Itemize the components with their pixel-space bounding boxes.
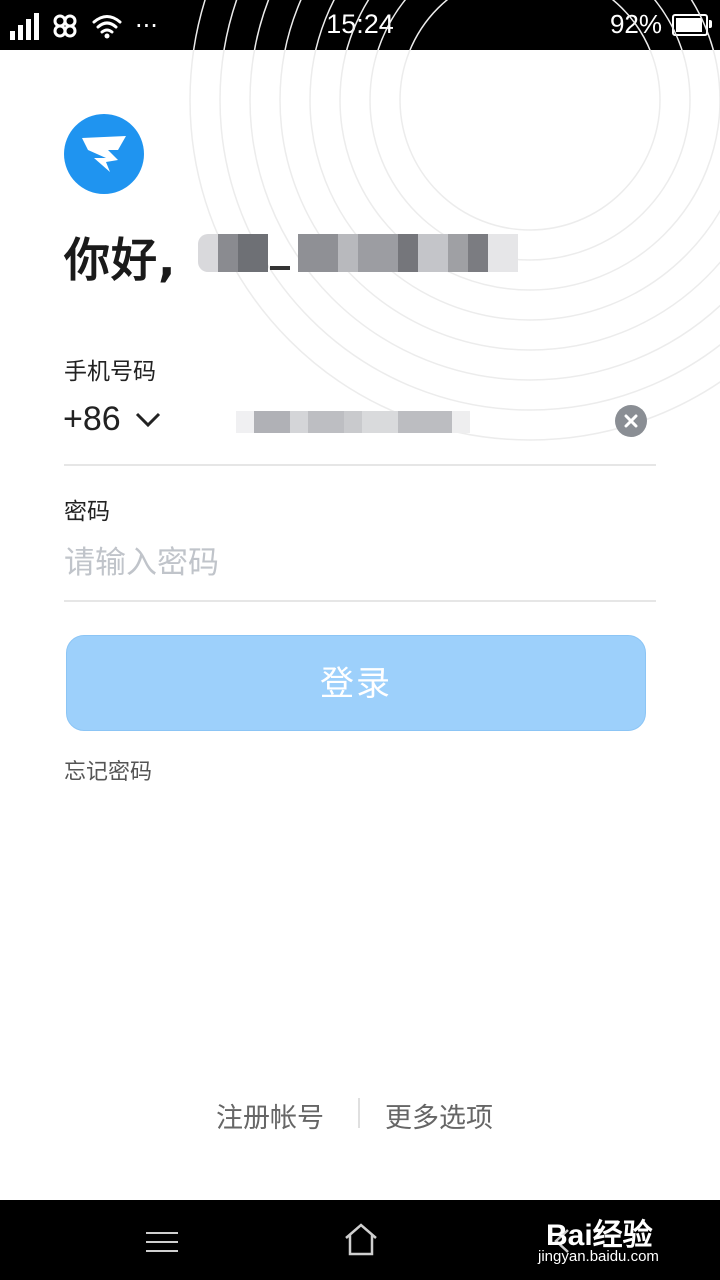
greeting-text: 你好, [64, 233, 177, 287]
password-label: 密码 [64, 499, 110, 525]
phone-label: 手机号码 [64, 359, 156, 385]
menu-icon[interactable] [146, 1232, 178, 1254]
close-icon [624, 414, 638, 428]
footer-divider [358, 1098, 360, 1128]
watermark-sub: jingyan.baidu.com [538, 1248, 659, 1265]
status-right: 92% [609, 9, 712, 40]
country-code: +86 [63, 400, 121, 438]
navigation-bar: Bai经验 jingyan.baidu.com [0, 1200, 720, 1280]
country-code-selector[interactable]: +86 [63, 400, 161, 439]
password-divider [64, 600, 656, 602]
forgot-password-link[interactable]: 忘记密码 [64, 754, 152, 786]
battery-percent: 92% [609, 9, 662, 39]
phone-divider [64, 464, 656, 466]
battery-fill [676, 17, 702, 32]
phone-input[interactable] [236, 403, 476, 439]
logo-wing-icon [82, 136, 126, 172]
status-bar: ··· 15:24 92% [0, 0, 720, 50]
baidu-jingyan-watermark: Bai经验 jingyan.baidu.com [538, 1208, 688, 1268]
password-input[interactable]: 请输入密码 [64, 537, 219, 582]
battery-icon [672, 13, 712, 36]
more-options-link[interactable]: 更多选项 [385, 1096, 493, 1135]
register-link[interactable]: 注册帐号 [216, 1096, 324, 1135]
login-screen: ··· 15:24 92% 你好, 手机号码 +86 密码 请输入密码 登录 忘… [0, 0, 720, 1280]
home-icon[interactable] [342, 1222, 380, 1258]
login-button[interactable]: 登录 [66, 635, 646, 731]
dingtalk-logo-icon [64, 114, 144, 194]
footer-links: 注册帐号 更多选项 [0, 1096, 720, 1136]
clear-input-button[interactable] [615, 405, 647, 437]
background-arcs-decoration [189, 0, 720, 441]
chevron-down-icon [135, 412, 160, 427]
blurred-username [198, 234, 528, 274]
